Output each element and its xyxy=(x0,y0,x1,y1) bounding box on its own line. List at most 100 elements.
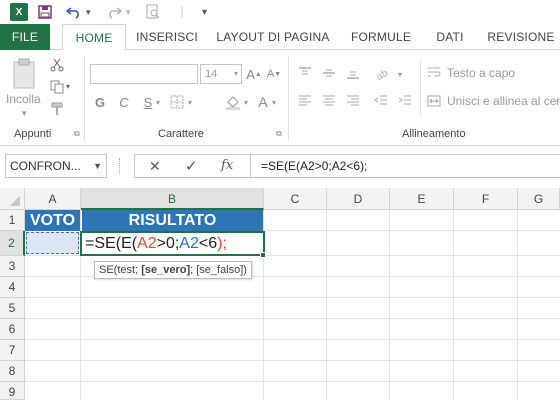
font-color-dropdown-icon[interactable]: ▾ xyxy=(272,98,276,107)
gridline xyxy=(389,210,390,400)
font-size-value: 14 xyxy=(205,68,218,80)
print-preview-icon[interactable] xyxy=(146,3,160,21)
undo-icon[interactable] xyxy=(66,3,82,21)
formula-bar-grip-icon[interactable] xyxy=(119,158,121,174)
tab-data[interactable]: DATI xyxy=(428,24,472,50)
font-color-icon[interactable]: A xyxy=(254,92,272,112)
cell-b2-editor[interactable]: =SE(E(A2>0;A2<6); xyxy=(80,231,265,256)
tab-file[interactable]: FILE xyxy=(0,24,50,50)
copy-dropdown-icon[interactable]: ▾ xyxy=(66,82,70,91)
ribbon-separator xyxy=(84,56,85,142)
align-right-icon[interactable] xyxy=(344,92,362,110)
cell-a2[interactable] xyxy=(26,232,79,254)
bold-button[interactable]: G xyxy=(92,92,108,112)
tab-insert[interactable]: INSERISCI xyxy=(132,24,202,50)
ribbon-tabs: FILE HOME INSERISCI LAYOUT DI PAGINA FOR… xyxy=(0,24,560,51)
gridline xyxy=(25,297,560,298)
row-header-5[interactable]: 5 xyxy=(0,298,25,319)
column-header-f[interactable]: F xyxy=(454,188,518,210)
wrap-text-button[interactable]: Testo a capo xyxy=(447,66,515,80)
excel-logo-icon: X xyxy=(10,3,28,21)
font-size-dropdown-icon[interactable]: ▾ xyxy=(234,65,238,83)
tab-review[interactable]: REVISIONE xyxy=(482,24,560,50)
fill-color-dropdown-icon[interactable]: ▾ xyxy=(244,98,248,107)
orientation-dropdown-icon[interactable]: ▾ xyxy=(398,70,402,79)
align-middle-icon[interactable] xyxy=(320,64,338,82)
underline-button[interactable]: S xyxy=(140,92,156,112)
row-header-4[interactable]: 4 xyxy=(0,277,25,298)
worksheet-grid: A B C D E F G 1 2 3 4 5 6 7 8 9 VOTO RIS… xyxy=(0,188,560,400)
merge-center-button[interactable]: Unisci e allinea al centro xyxy=(447,94,560,108)
svg-text:ab: ab xyxy=(376,68,390,80)
row-header-3[interactable]: 3 xyxy=(0,256,25,277)
cell-b1[interactable]: RISULTATO xyxy=(81,210,263,231)
column-header-d[interactable]: D xyxy=(327,188,390,210)
tooltip-active-argument: [se_vero] xyxy=(141,264,191,276)
merge-center-icon[interactable] xyxy=(426,92,442,110)
tab-home[interactable]: HOME xyxy=(62,24,126,51)
formula-bar: CONFRON... ▼ ✕ ✓ fx =SE(E(A2>0;A2<6); xyxy=(0,146,560,188)
underline-dropdown-icon[interactable]: ▾ xyxy=(156,98,160,107)
font-size-combo[interactable]: 14 ▾ xyxy=(200,64,242,84)
font-launcher-icon[interactable]: ⧉ xyxy=(276,129,282,139)
redo-dropdown-icon[interactable]: ▾ xyxy=(126,3,131,21)
fill-color-icon[interactable] xyxy=(224,92,242,112)
gridline xyxy=(25,381,560,382)
column-header-a[interactable]: A xyxy=(25,188,81,210)
paste-button[interactable]: Incolla xyxy=(6,92,41,106)
insert-function-icon[interactable]: fx xyxy=(221,158,233,173)
decrease-indent-icon[interactable] xyxy=(372,92,390,110)
grow-font-button[interactable]: A ▲ xyxy=(246,64,262,84)
borders-dropdown-icon[interactable]: ▾ xyxy=(188,98,192,107)
column-header-g[interactable]: G xyxy=(518,188,560,210)
customize-qat-icon[interactable]: ▾ xyxy=(202,3,207,21)
row-header-6[interactable]: 6 xyxy=(0,319,25,340)
font-group-label: Carattere xyxy=(158,128,204,140)
tab-page-layout[interactable]: LAYOUT DI PAGINA xyxy=(212,24,334,50)
borders-icon[interactable] xyxy=(168,92,186,112)
row-header-2[interactable]: 2 xyxy=(0,231,25,256)
italic-button[interactable]: C xyxy=(116,92,132,112)
row-header-9[interactable]: 9 xyxy=(0,382,25,400)
column-header-e[interactable]: E xyxy=(390,188,454,210)
column-header-c[interactable]: C xyxy=(264,188,327,210)
select-all-corner[interactable] xyxy=(0,188,25,210)
row-header-8[interactable]: 8 xyxy=(0,361,25,382)
column-header-b[interactable]: B xyxy=(81,188,264,210)
tab-formulas[interactable]: FORMULE xyxy=(344,24,418,50)
enter-icon[interactable]: ✓ xyxy=(185,157,198,175)
orientation-icon[interactable]: ab xyxy=(374,64,396,82)
align-center-icon[interactable] xyxy=(320,92,338,110)
redo-icon[interactable] xyxy=(106,3,122,21)
align-left-icon[interactable] xyxy=(296,92,314,110)
increase-indent-icon[interactable] xyxy=(396,92,414,110)
row-header-1[interactable]: 1 xyxy=(0,210,25,231)
function-argument-tooltip[interactable]: SE(test; [se_vero]; [se_falso]) xyxy=(94,261,252,279)
name-box[interactable]: CONFRON... ▼ xyxy=(5,154,107,178)
wrap-text-icon[interactable] xyxy=(426,64,442,82)
formula-part: <6 xyxy=(198,235,218,252)
gridline xyxy=(326,210,327,400)
clipboard-launcher-icon[interactable]: ⧉ xyxy=(74,129,80,139)
shrink-font-button[interactable]: A ▼ xyxy=(266,64,282,84)
row-header-7[interactable]: 7 xyxy=(0,340,25,361)
gridline xyxy=(517,210,518,400)
cut-icon[interactable] xyxy=(48,56,66,74)
paste-dropdown-icon[interactable]: ▾ xyxy=(22,108,27,119)
name-box-dropdown-icon[interactable]: ▼ xyxy=(93,155,102,177)
align-bottom-icon[interactable] xyxy=(344,64,362,82)
save-icon[interactable] xyxy=(38,3,52,21)
undo-dropdown-icon[interactable]: ▾ xyxy=(86,3,91,21)
cell-a1[interactable]: VOTO xyxy=(25,210,80,231)
font-name-combo[interactable] xyxy=(90,64,198,84)
formula-input[interactable]: =SE(E(A2>0;A2<6); xyxy=(250,154,560,178)
fill-handle[interactable] xyxy=(260,252,266,258)
cancel-icon[interactable]: ✕ xyxy=(149,158,161,175)
clipboard-group-label: Appunti xyxy=(14,128,52,140)
cell-reference-a2: A2 xyxy=(179,235,199,252)
copy-icon[interactable] xyxy=(48,78,66,96)
gridline xyxy=(25,339,560,340)
format-painter-icon[interactable] xyxy=(48,100,66,118)
paste-icon[interactable] xyxy=(8,56,42,92)
align-top-icon[interactable] xyxy=(296,64,314,82)
